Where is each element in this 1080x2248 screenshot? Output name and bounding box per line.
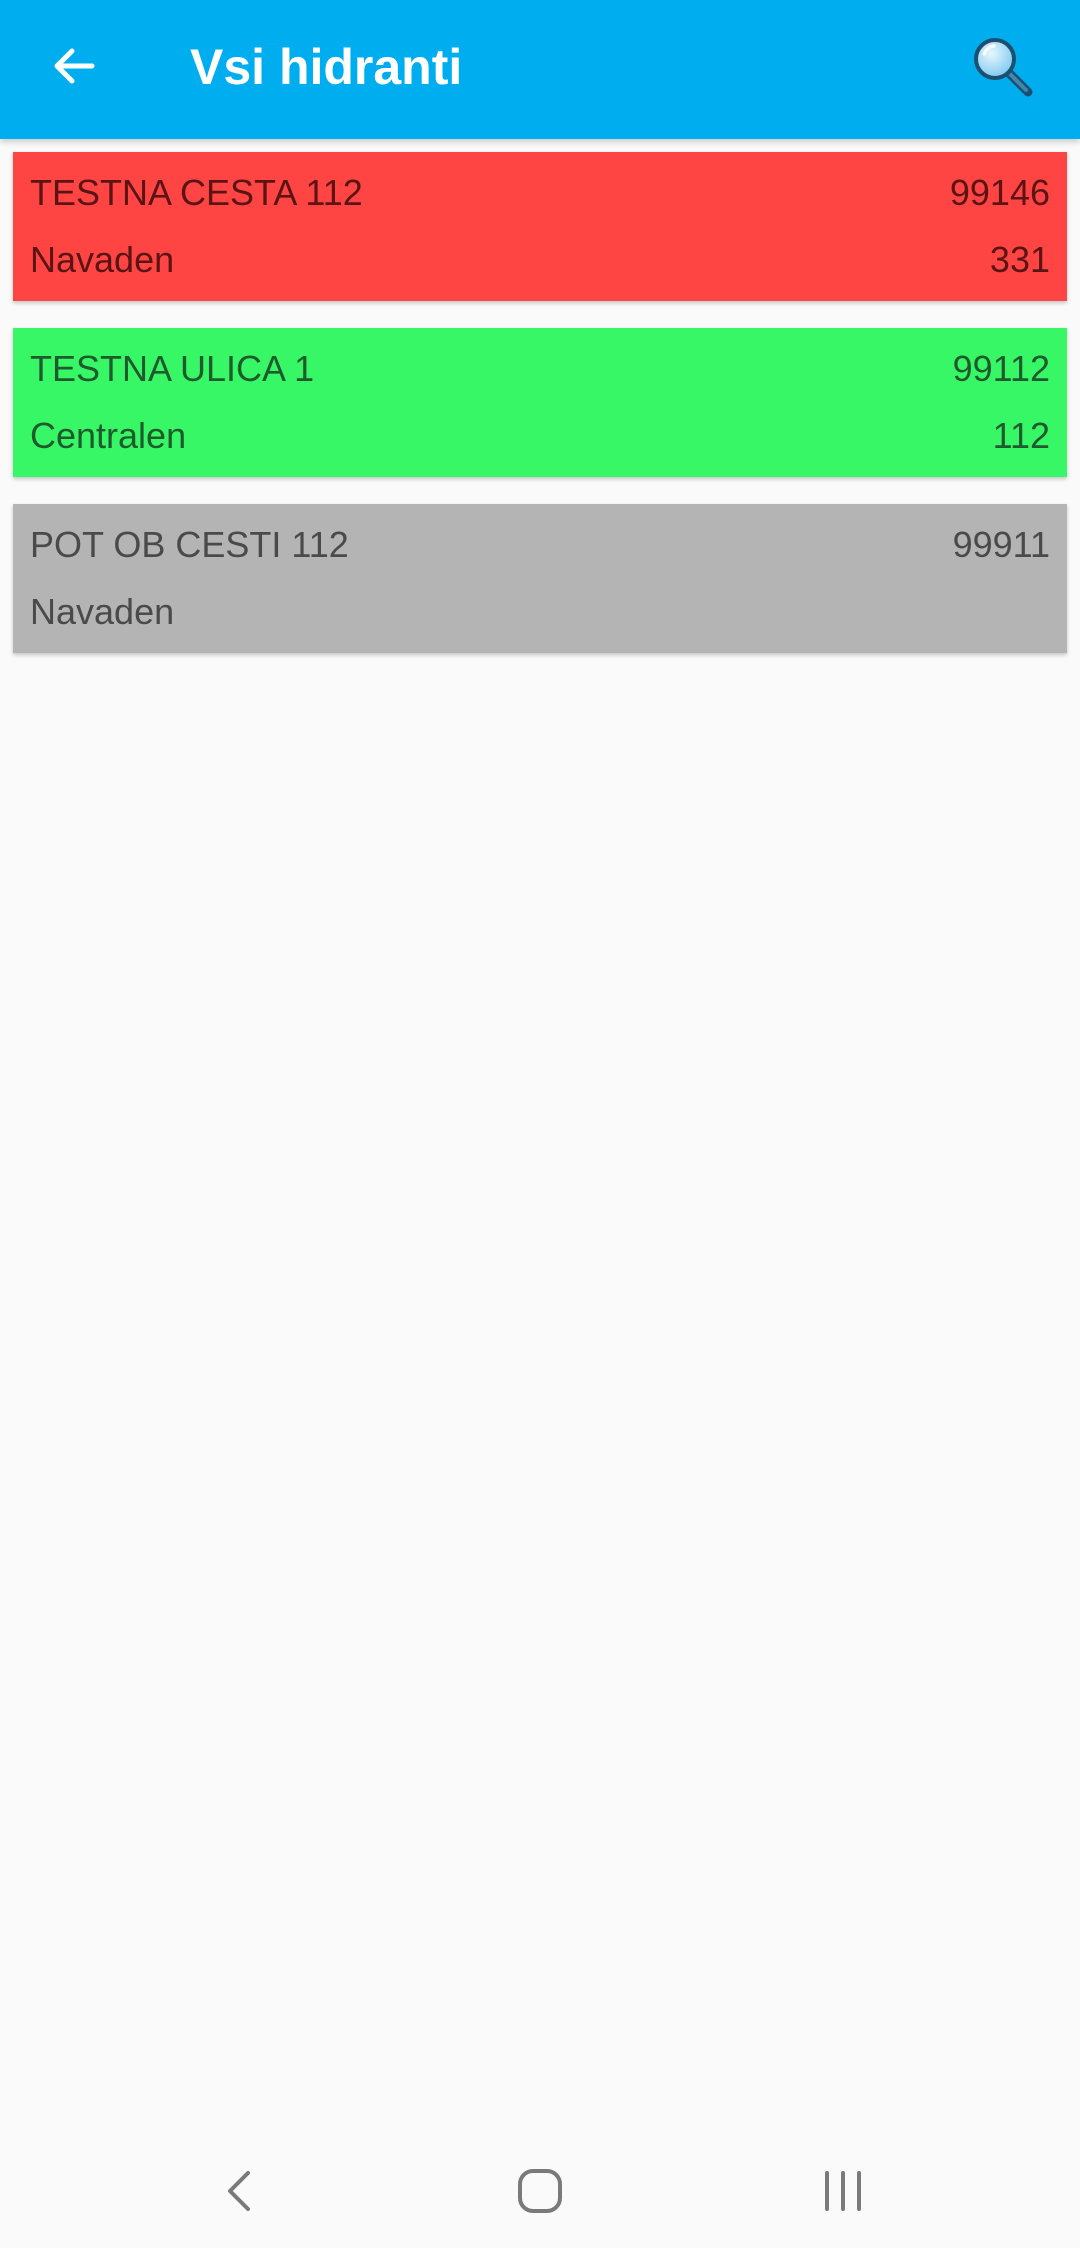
hydrant-address: POT OB CESTI 112 [30,524,349,565]
hydrant-code: 112 [992,415,1050,456]
arrow-left-icon [54,48,95,84]
system-nav-bar [0,2131,1080,2248]
hydrant-card[interactable]: TESTNA ULICA 1 99112 Centralen 112 [13,328,1067,477]
hydrant-address: TESTNA CESTA 112 [30,172,363,213]
hydrant-card[interactable]: POT OB CESTI 112 99911 Navaden [13,504,1067,653]
nav-home-button[interactable] [490,2141,590,2241]
app-bar: Vsi hidranti [0,0,1080,139]
magnifier-icon [974,38,1033,97]
nav-back-button[interactable] [190,2141,290,2241]
hydrant-type: Navaden [30,239,175,280]
recents-bars-icon [825,2171,861,2211]
chevron-left-icon [228,2171,250,2211]
hydrant-number: 99112 [952,348,1050,389]
home-square-icon [518,2169,562,2213]
hydrant-type: Centralen [30,415,187,456]
hydrant-type: Navaden [30,591,175,632]
nav-recents-button[interactable] [793,2141,893,2241]
search-button[interactable] [966,30,1040,104]
hydrant-code: 331 [989,239,1050,280]
hydrant-address: TESTNA ULICA 1 [30,348,315,389]
hydrant-list: TESTNA CESTA 112 99146 Navaden 331 TESTN… [13,152,1067,680]
page-title: Vsi hidranti [190,39,463,95]
hydrant-number: 99911 [952,524,1050,565]
hydrant-card[interactable]: TESTNA CESTA 112 99146 Navaden 331 [13,152,1067,301]
back-button[interactable] [38,30,110,102]
hydrant-number: 99146 [949,172,1050,213]
